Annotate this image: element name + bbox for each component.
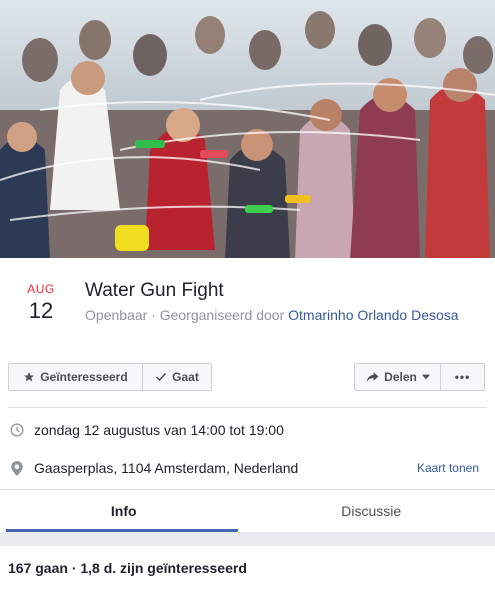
clock-icon <box>8 423 26 437</box>
event-day: 12 <box>28 298 54 323</box>
event-time: zondag 12 augustus van 14:00 tot 19:00 <box>34 422 284 438</box>
event-time-row: zondag 12 augustus van 14:00 tot 19:00 <box>8 420 487 440</box>
event-cover-photo[interactable] <box>0 0 495 258</box>
share-button[interactable]: Delen <box>354 363 442 391</box>
location-pin-icon <box>8 460 26 476</box>
interested-button[interactable]: Geïnteresseerd <box>9 364 143 390</box>
caret-down-icon <box>421 374 430 380</box>
organizer-link[interactable]: Otmarinho Orlando Desosa <box>288 307 458 323</box>
more-options-label: ••• <box>454 370 471 384</box>
going-label: Gaat <box>172 370 199 384</box>
event-privacy: Openbaar <box>85 307 148 323</box>
share-arrow-icon <box>366 372 379 383</box>
check-icon <box>156 372 167 382</box>
event-month: AUG <box>27 282 55 296</box>
attendance-stats[interactable]: 167 gaan · 1,8 d. zijn geïnteresseerd <box>8 560 247 576</box>
share-label: Delen <box>384 370 417 384</box>
event-subline: Openbaar · Georganiseerd door Otmarinho … <box>85 306 465 325</box>
rsvp-button-group: Geïnteresseerd Gaat <box>8 363 212 391</box>
star-icon <box>24 372 35 382</box>
event-location[interactable]: Gaasperplas, 1104 Amsterdam, Nederland <box>34 460 298 476</box>
interested-label: Geïnteresseerd <box>40 370 128 384</box>
show-map-link[interactable]: Kaart tonen <box>417 461 479 475</box>
divider <box>8 407 487 408</box>
event-tabs: Info Discussie <box>0 489 495 532</box>
organizer-prefix: · Georganiseerd door <box>151 307 285 323</box>
event-date: AUG 12 <box>14 282 68 324</box>
going-button[interactable]: Gaat <box>143 364 211 390</box>
event-location-row: Gaasperplas, 1104 Amsterdam, Nederland K… <box>8 458 487 478</box>
cover-photo-image <box>0 0 495 258</box>
tab-info[interactable]: Info <box>0 490 248 532</box>
section-separator <box>0 532 495 546</box>
event-title: Water Gun Fight <box>85 280 224 301</box>
tab-discussion[interactable]: Discussie <box>248 490 495 532</box>
more-options-button[interactable]: ••• <box>440 363 485 391</box>
